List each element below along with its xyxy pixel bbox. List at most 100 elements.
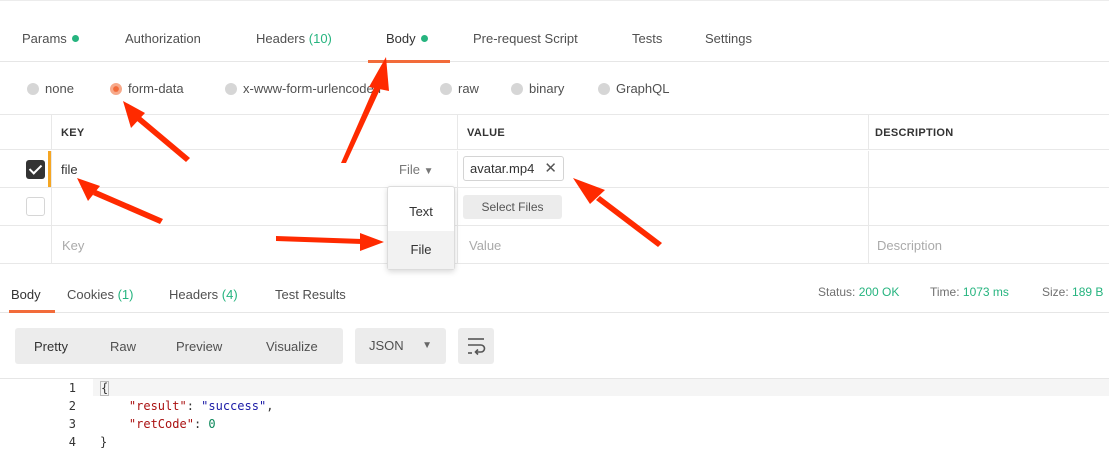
selected-file-chip: avatar.mp4 ✕ xyxy=(463,156,564,181)
time-label: Time: xyxy=(930,285,960,299)
column-divider xyxy=(457,151,458,187)
radio-label: none xyxy=(45,81,74,96)
column-divider xyxy=(868,226,869,263)
size-label: Size: xyxy=(1042,285,1069,299)
column-divider xyxy=(51,115,52,149)
tab-label: Cookies xyxy=(67,287,114,302)
radio-circle-icon xyxy=(598,83,610,95)
response-tab-test-results[interactable]: Test Results xyxy=(275,287,346,302)
json-string-value: "success" xyxy=(201,399,267,413)
radio-circle-icon xyxy=(27,83,39,95)
tab-label: Headers xyxy=(256,31,306,46)
tab-label: Params xyxy=(22,31,67,46)
radio-none[interactable]: none xyxy=(27,81,74,96)
radio-form-data[interactable]: form-data xyxy=(110,81,184,96)
tab-label: Body xyxy=(11,287,41,302)
response-tab-cookies[interactable]: Cookies (1) xyxy=(67,287,133,302)
line-number: 3 xyxy=(68,417,76,431)
radio-label: GraphQL xyxy=(616,81,670,96)
radio-label: binary xyxy=(529,81,565,96)
tab-label: Body xyxy=(386,31,416,46)
tab-authorization[interactable]: Authorization xyxy=(125,31,201,46)
radio-label: x-www-form-urlencoded xyxy=(243,81,381,96)
time-value: 1073 ms xyxy=(962,285,1009,299)
column-header-description: DESCRIPTION xyxy=(875,127,954,139)
column-divider xyxy=(868,115,869,149)
wrap-lines-button[interactable] xyxy=(458,328,494,364)
tab-label: Settings xyxy=(705,31,752,46)
row-enabled-checkbox[interactable] xyxy=(26,197,45,216)
tab-label: Authorization xyxy=(125,31,201,46)
file-name: avatar.mp4 xyxy=(470,161,535,176)
status-label: Status: xyxy=(818,285,856,299)
column-divider xyxy=(868,151,869,187)
open-brace: { xyxy=(100,381,110,396)
radio-label: raw xyxy=(458,81,479,96)
tab-label: Tests xyxy=(632,31,663,46)
table-row-new: Key Value Description xyxy=(0,226,1109,264)
active-tab-underline xyxy=(368,60,450,63)
key-input[interactable]: file xyxy=(61,162,78,177)
tab-label: Headers xyxy=(169,287,219,302)
table-header-row: KEY VALUE DESCRIPTION xyxy=(0,114,1109,150)
column-divider xyxy=(51,226,52,263)
view-mode-bar: Pretty Raw Preview Visualize xyxy=(15,328,343,364)
json-number-value: 0 xyxy=(208,417,216,431)
tab-count: (1) xyxy=(117,287,134,302)
indicator-dot-icon xyxy=(71,35,79,42)
tab-count: (10) xyxy=(308,31,332,46)
description-placeholder-input[interactable]: Description xyxy=(877,238,942,253)
body-type-radio-group: none form-data x-www-form-urlencoded raw… xyxy=(0,75,1109,99)
radio-label: form-data xyxy=(128,81,184,96)
column-divider xyxy=(457,188,458,225)
format-select[interactable]: JSON ▼ xyxy=(355,328,446,364)
radio-binary[interactable]: binary xyxy=(511,81,564,96)
radio-graphql[interactable]: GraphQL xyxy=(598,81,669,96)
column-divider xyxy=(51,188,52,225)
response-status: Status: 200 OK xyxy=(818,285,899,299)
tab-params[interactable]: Params xyxy=(22,31,79,46)
response-tab-body[interactable]: Body xyxy=(11,287,41,302)
select-files-button[interactable]: Select Files xyxy=(463,195,562,219)
type-dropdown-menu: Text File xyxy=(387,186,455,270)
tab-pre-request-script[interactable]: Pre-request Script xyxy=(473,31,578,46)
caret-down-icon: ▼ xyxy=(422,340,432,351)
tab-headers[interactable]: Headers (10) xyxy=(256,31,332,46)
remove-file-icon[interactable]: ✕ xyxy=(544,160,557,177)
radio-circle-icon xyxy=(511,83,523,95)
tab-label: Pre-request Script xyxy=(473,31,578,46)
tab-settings[interactable]: Settings xyxy=(705,31,752,46)
format-select-label: JSON xyxy=(369,338,404,353)
indicator-dot-icon xyxy=(420,35,428,42)
dropdown-option-file[interactable]: File xyxy=(388,231,454,269)
dropdown-option-text[interactable]: Text xyxy=(388,193,454,231)
view-visualize-button[interactable]: Visualize xyxy=(266,339,318,354)
radio-circle-icon xyxy=(440,83,452,95)
line-number: 2 xyxy=(68,399,76,413)
radio-x-www-form-urlencoded[interactable]: x-www-form-urlencoded xyxy=(225,81,381,96)
type-select-label: File xyxy=(399,162,420,177)
response-code-viewer: 1 2 3 4 { "result": "success", "retCode"… xyxy=(0,378,1109,450)
column-divider xyxy=(51,151,52,187)
value-placeholder-input[interactable]: Value xyxy=(469,238,501,253)
tab-body[interactable]: Body xyxy=(386,31,428,46)
status-value: 200 OK xyxy=(858,285,900,299)
response-tab-headers[interactable]: Headers (4) xyxy=(169,287,238,302)
radio-raw[interactable]: raw xyxy=(440,81,479,96)
type-select[interactable]: File ▼ xyxy=(399,162,433,177)
code-line: "result": "success", xyxy=(128,399,274,413)
wrap-lines-icon xyxy=(468,338,486,356)
row-enabled-checkbox[interactable] xyxy=(26,160,45,179)
view-preview-button[interactable]: Preview xyxy=(176,339,222,354)
code-line: { xyxy=(100,381,110,396)
tab-tests[interactable]: Tests xyxy=(632,31,662,46)
json-key: "result" xyxy=(128,399,187,413)
column-divider xyxy=(868,188,869,225)
key-placeholder-input[interactable]: Key xyxy=(62,238,84,253)
view-raw-button[interactable]: Raw xyxy=(110,339,136,354)
view-pretty-button[interactable]: Pretty xyxy=(34,339,68,354)
json-key: "retCode" xyxy=(128,417,194,431)
line-number: 1 xyxy=(68,381,76,395)
size-value: 189 B xyxy=(1072,285,1104,299)
column-divider xyxy=(457,226,458,263)
